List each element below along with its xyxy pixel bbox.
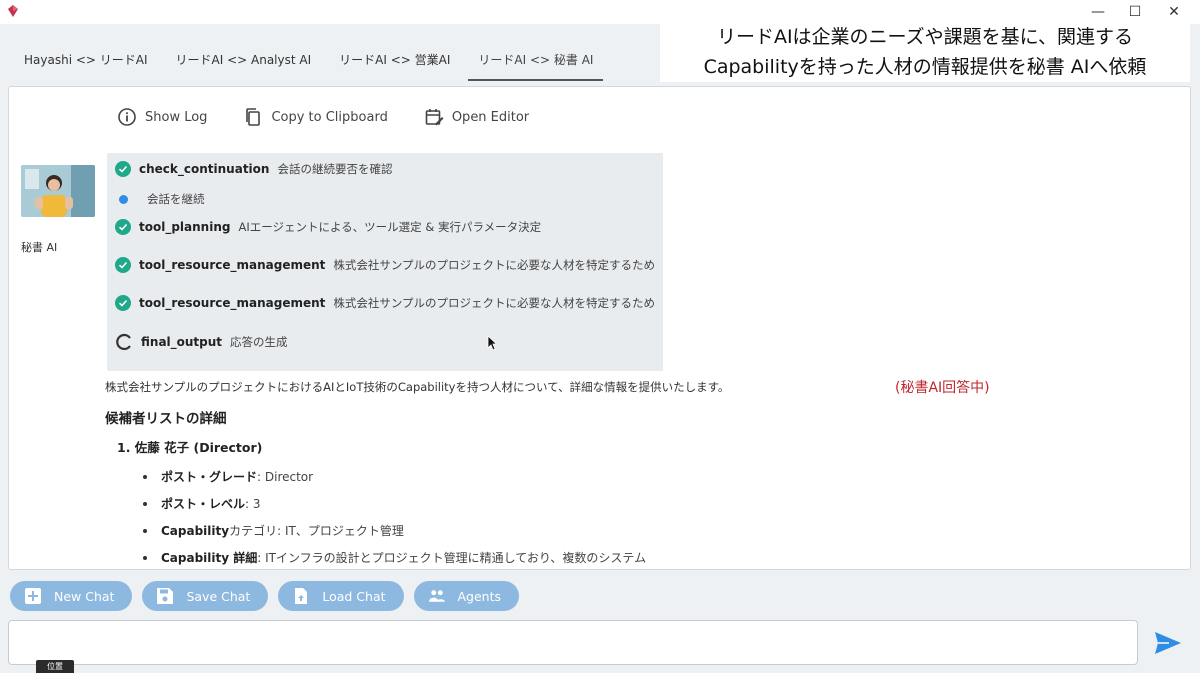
response-intro: 株式会社サンプルのプロジェクトにおけるAIとIoT技術のCapabilityを持… [105,380,730,394]
overlay-caption: リードAIは企業のニーズや課題を基に、関連する Capabilityを持った人材… [660,22,1190,82]
bullet-icon [143,528,147,533]
bullet-icon [143,474,147,479]
tab-hayashi-lead[interactable]: Hayashi <> リードAI [10,40,162,80]
detail-key: Capability 詳細 [161,551,258,565]
detail-value: : ITインフラの設計とプロジェクト管理に精通しており、複数のシステム [257,551,647,565]
bullet-icon [143,501,147,506]
step-desc: 株式会社サンプルのプロジェクトに必要な人材を特定するため [333,296,656,310]
step-desc: 株式会社サンプルのプロジェクトに必要な人材を特定するため [333,258,656,272]
tab-lead-secretary[interactable]: リードAI <> 秘書 AI [464,40,607,81]
show-log-label: Show Log [145,109,208,125]
step-name: tool_planning [139,220,231,234]
check-circle-icon [115,257,131,273]
send-icon[interactable] [1152,628,1184,658]
step-item: tool_planning AIエージェントによる、ツール選定 & 実行パラメー… [115,219,541,235]
info-icon [118,108,136,126]
copy-clipboard-button[interactable]: Copy to Clipboard [243,107,388,127]
show-log-button[interactable]: Show Log [117,107,207,127]
message-toolbar: Show Log Copy to Clipboard Open Editor [117,107,529,127]
tab-lead-sales[interactable]: リードAI <> 営業AI [325,40,464,80]
title-bar: — ☐ ✕ [0,0,1200,24]
close-button[interactable]: ✕ [1154,0,1194,24]
agent-avatar [21,165,95,217]
detail-value: : 3 [245,496,261,511]
agent-name: 秘書 AI [21,241,58,254]
step-desc: 応答の生成 [230,335,288,349]
chat-panel: Show Log Copy to Clipboard Open Editor 秘… [8,86,1191,570]
tab-lead-analyst[interactable]: リードAI <> Analyst AI [162,40,326,80]
copy-label: Copy to Clipboard [271,109,388,125]
save-chat-button[interactable]: Save Chat [142,581,269,611]
new-chat-label: New Chat [54,588,115,604]
candidate-title: 1. 佐藤 花子 (Director) [117,440,263,455]
add-box-icon [25,588,41,604]
step-item: tool_resource_management 株式会社サンプルのプロジェクト… [115,295,655,311]
bullet-icon [143,555,147,560]
group-icon [428,590,445,602]
save-chat-label: Save Chat [186,588,251,604]
step-desc: 会話の継続要否を確認 [277,162,393,176]
responding-status: (秘書AI回答中) [895,380,990,396]
process-steps: check_continuation 会話の継続要否を確認 会話を継続 tool… [107,153,663,371]
open-editor-button[interactable]: Open Editor [424,107,529,127]
app-logo-icon [8,5,18,17]
app-window: — ☐ ✕ Hayashi <> リードAI リードAI <> Analyst … [0,0,1200,673]
chat-message-input[interactable] [8,620,1138,665]
detail-key: ポスト・グレード [161,470,258,484]
step-item: check_continuation 会話の継続要否を確認 [115,161,392,177]
check-circle-icon [115,219,131,235]
caption-line-2: Capabilityを持った人材の情報提供を秘書 AIへ依頼 [703,56,1147,78]
mouse-cursor-icon [487,335,497,351]
tooltip: 位置 [36,660,74,673]
detail-value: カテゴリ: IT、プロジェクト管理 [229,524,404,538]
step-name: final_output [141,335,223,349]
list-item: Capability カテゴリ: IT、プロジェクト管理 [143,517,646,544]
tab-bar: Hayashi <> リードAI リードAI <> Analyst AI リード… [10,40,607,84]
check-circle-icon [115,295,131,311]
copy-icon [246,108,261,126]
candidate-details: ポスト・グレード: Director ポスト・レベル: 3 Capability… [143,463,647,569]
step-item: final_output 応答の生成 [115,333,288,351]
minimize-button[interactable]: — [1078,0,1118,24]
open-editor-label: Open Editor [451,109,530,125]
info-dot-icon [119,194,128,204]
person-photo-icon [21,165,95,217]
check-circle-icon [115,161,131,177]
load-chat-label: Load Chat [322,588,386,604]
caption-line-1: リードAIは企業のニーズや課題を基に、関連する [716,26,1134,48]
loading-spinner-icon [116,333,131,351]
step-name: check_continuation [139,162,270,176]
chat-actions: New Chat Save Chat Load Chat Agents [10,581,520,611]
response-heading: 候補者リストの詳細 [105,411,227,427]
edit-calendar-icon [425,109,444,126]
agents-label: Agents [457,588,502,604]
step-name: tool_resource_management [139,296,326,310]
maximize-button[interactable]: ☐ [1115,0,1155,24]
step-desc: AIエージェントによる、ツール選定 & 実行パラメータ決定 [238,220,542,234]
step-desc: 会話を継続 [147,192,205,206]
new-chat-button[interactable]: New Chat [10,581,133,611]
save-icon [157,588,174,604]
list-item: ポスト・レベル: 3 [143,490,646,517]
file-upload-icon [295,588,308,604]
step-item: tool_resource_management 株式会社サンプルのプロジェクト… [115,257,655,273]
step-item: 会話を継続 [115,191,205,207]
load-chat-button[interactable]: Load Chat [278,581,404,611]
list-item: Capability 詳細: ITインフラの設計とプロジェクト管理に精通しており… [143,544,647,569]
list-item: ポスト・グレード: Director [143,463,646,490]
detail-key: Capability [161,523,230,538]
agents-button[interactable]: Agents [413,581,520,611]
step-name: tool_resource_management [139,258,326,272]
detail-key: ポスト・レベル [161,497,246,511]
detail-value: : Director [257,469,314,484]
